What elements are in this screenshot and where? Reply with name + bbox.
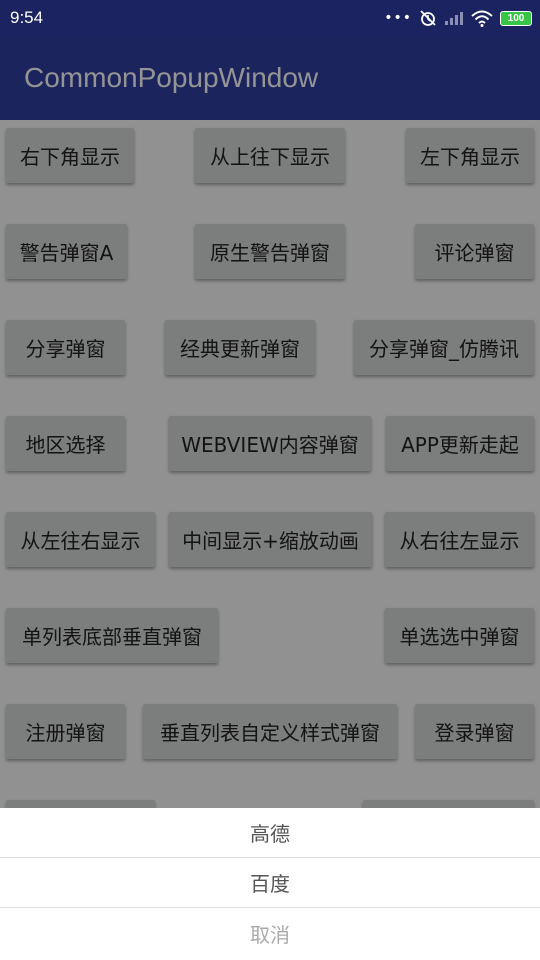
status-time: 9:54 [10,8,44,27]
sheet-item-gaode[interactable]: 高德 [0,808,540,858]
battery-icon: 100 [500,10,532,26]
status-icons: ••• 100 [384,9,532,27]
wifi-icon [471,10,493,27]
cellular-signal-icon [445,12,463,25]
sheet-item-baidu[interactable]: 百度 [0,858,540,908]
more-dots-icon: ••• [384,10,412,26]
bottom-sheet-popup: 高德 百度 取消 [0,808,540,960]
sheet-cancel-button[interactable]: 取消 [0,908,540,958]
status-bar: 9:54 ••• 100 [0,0,540,36]
alarm-off-icon [420,10,436,26]
